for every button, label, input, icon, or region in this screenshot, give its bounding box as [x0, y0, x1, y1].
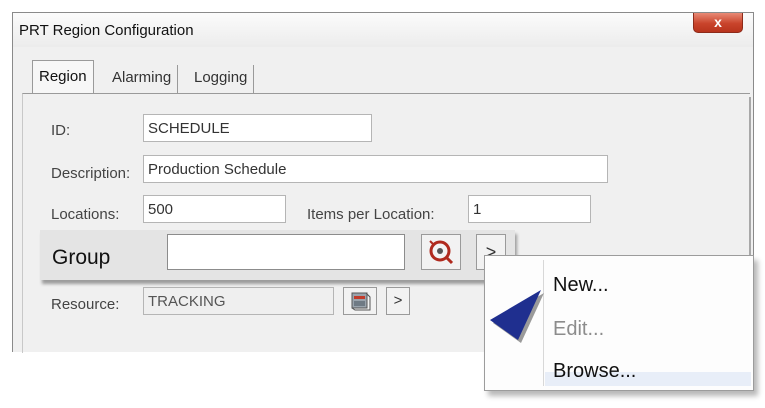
window-title: PRT Region Configuration	[19, 22, 194, 39]
group-row: Group >	[40, 230, 515, 280]
resource-menu-button[interactable]: >	[386, 287, 410, 315]
id-field[interactable]	[143, 114, 372, 142]
tracking-icon	[351, 292, 371, 311]
close-icon: x	[714, 14, 722, 30]
locations-label: Locations:	[51, 206, 120, 223]
chevron-right-icon: >	[393, 292, 403, 309]
group-browse-button[interactable]	[421, 234, 461, 270]
resource-label: Resource:	[51, 296, 120, 313]
tab-alarming[interactable]: Alarming	[106, 65, 179, 93]
menu-item-new[interactable]: New...	[553, 274, 609, 297]
menu-item-edit[interactable]: Edit...	[553, 318, 604, 341]
menu-item-browse[interactable]: Browse...	[553, 360, 636, 383]
tab-region[interactable]: Region	[32, 60, 94, 94]
id-label: ID:	[51, 122, 71, 139]
locations-field[interactable]	[143, 195, 286, 223]
items-per-location-field[interactable]	[468, 195, 591, 223]
resource-browse-button[interactable]	[343, 287, 377, 315]
browse-icon	[429, 240, 454, 265]
description-label: Description:	[51, 165, 131, 182]
group-label: Group	[52, 246, 111, 269]
resource-field[interactable]	[143, 287, 334, 315]
close-button[interactable]: x	[693, 13, 743, 33]
tab-logging[interactable]: Logging	[188, 65, 255, 93]
items-per-location-label: Items per Location:	[307, 206, 435, 223]
description-field[interactable]	[143, 155, 608, 183]
title-bar: PRT Region Configuration x	[13, 13, 753, 47]
pointer-arrow-icon	[490, 290, 544, 343]
group-field[interactable]	[167, 234, 405, 270]
